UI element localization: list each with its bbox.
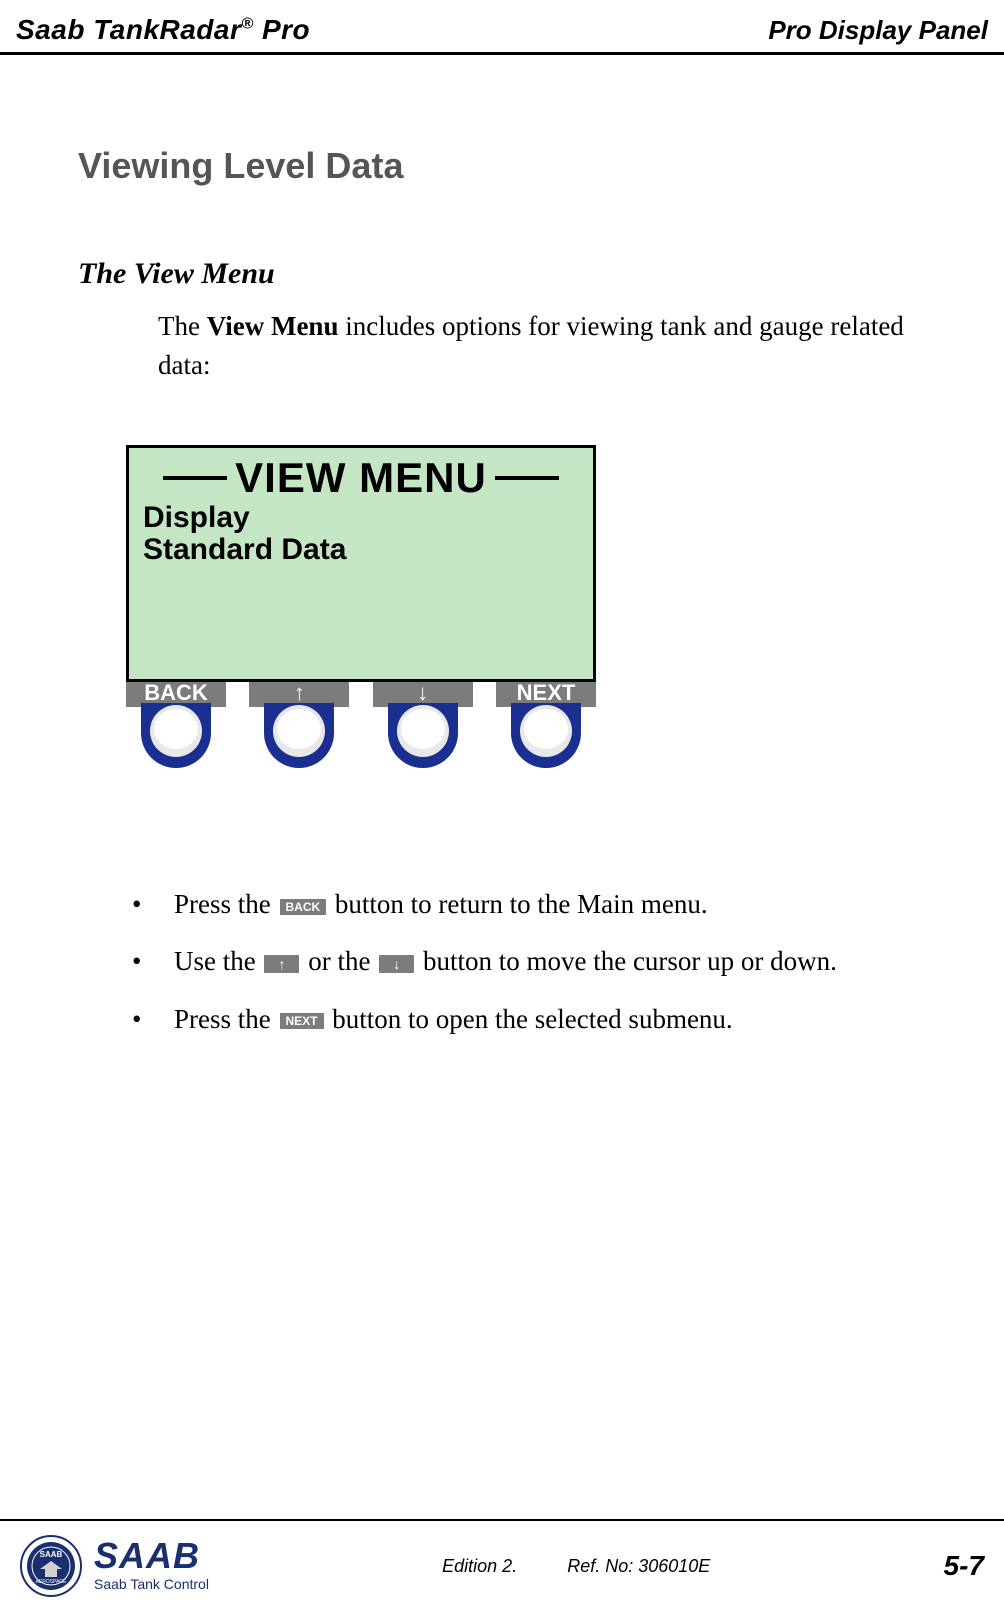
screen-line-1: Display <box>143 502 579 534</box>
title-line-left <box>163 476 227 480</box>
screen-line-2: Standard Data <box>143 534 579 566</box>
product-prefix: Saab TankRadar <box>16 14 241 45</box>
bullet-icon: • <box>132 885 141 924</box>
up-button[interactable] <box>259 703 339 775</box>
section-title: Viewing Level Data <box>78 145 934 187</box>
list-item: • Press the BACK button to return to the… <box>132 885 934 924</box>
down-button-slot: ↓ <box>373 679 473 775</box>
down-button[interactable] <box>383 703 463 775</box>
screen-title: VIEW MENU <box>235 454 487 502</box>
display-panel-figure: VIEW MENU Display Standard Data BACK ↑ <box>126 445 596 775</box>
header-product-name: Saab TankRadar® Pro <box>16 14 310 46</box>
inline-back-button: BACK <box>280 899 327 915</box>
bullet-text: button to open the selected submenu. <box>326 1004 733 1034</box>
subheading: The View Menu <box>78 257 934 291</box>
footer-center: Edition 2. Ref. No: 306010E <box>442 1556 710 1577</box>
button-bar: BACK ↑ ↓ <box>126 679 596 775</box>
bullet-icon: • <box>132 942 141 981</box>
inline-next-button: NEXT <box>280 1013 324 1029</box>
para-prefix: The <box>158 311 207 341</box>
back-button-slot: BACK <box>126 679 226 775</box>
svg-text:AEROSPACE: AEROSPACE <box>36 1579 67 1585</box>
header-section-name: Pro Display Panel <box>768 15 988 46</box>
inline-up-button: ↑ <box>264 955 299 973</box>
title-line-right <box>495 476 559 480</box>
svg-text:SAAB: SAAB <box>40 1550 63 1559</box>
footer-page-number: 5-7 <box>944 1550 984 1582</box>
up-button-slot: ↑ <box>249 679 349 775</box>
bullet-text: button to move the cursor up or down. <box>416 946 837 976</box>
bullet-text: button to return to the Main menu. <box>328 889 707 919</box>
inline-down-button: ↓ <box>379 955 414 973</box>
page-footer: SAAB AEROSPACE SAAB Saab Tank Control Ed… <box>0 1519 1004 1597</box>
screen-title-row: VIEW MENU <box>143 454 579 502</box>
back-button[interactable] <box>136 703 216 775</box>
next-button-slot: NEXT <box>496 679 596 775</box>
saab-emblem-icon: SAAB AEROSPACE <box>20 1535 82 1597</box>
page-header: Saab TankRadar® Pro Pro Display Panel <box>0 0 1004 55</box>
saab-logo-subtitle: Saab Tank Control <box>94 1576 209 1592</box>
para-bold: View Menu <box>207 311 339 341</box>
list-item: • Press the NEXT button to open the sele… <box>132 1000 934 1039</box>
saab-logo-text: SAAB <box>94 1540 209 1572</box>
saab-text-block: SAAB Saab Tank Control <box>94 1540 209 1592</box>
registered-mark: ® <box>241 16 253 33</box>
instruction-list: • Press the BACK button to return to the… <box>132 885 934 1038</box>
footer-logo-block: SAAB AEROSPACE SAAB Saab Tank Control <box>20 1535 209 1597</box>
bullet-text: Press the <box>174 1004 278 1034</box>
footer-edition: Edition 2. <box>442 1556 517 1577</box>
product-suffix: Pro <box>254 14 310 45</box>
lcd-screen: VIEW MENU Display Standard Data <box>126 445 596 682</box>
footer-ref: Ref. No: 306010E <box>567 1556 710 1577</box>
next-button[interactable] <box>506 703 586 775</box>
intro-paragraph: The View Menu includes options for viewi… <box>158 307 934 385</box>
bullet-text: Use the <box>174 946 262 976</box>
bullet-text: or the <box>301 946 377 976</box>
list-item: • Use the ↑ or the ↓ button to move the … <box>132 942 934 981</box>
bullet-icon: • <box>132 1000 141 1039</box>
bullet-text: Press the <box>174 889 278 919</box>
page-content: Viewing Level Data The View Menu The Vie… <box>0 55 1004 1039</box>
